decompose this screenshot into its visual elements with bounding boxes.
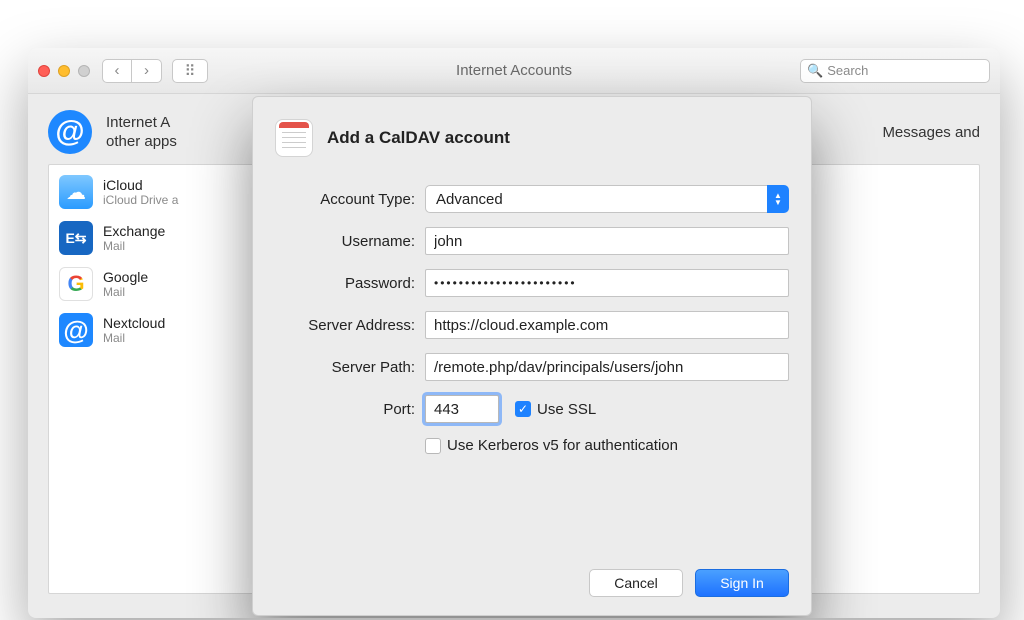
forward-button[interactable]: › bbox=[132, 59, 162, 83]
chevron-right-icon: › bbox=[144, 62, 149, 79]
checkbox-unchecked-icon bbox=[425, 438, 441, 454]
caldav-form: Account Type: Advanced ▲▼ Username: Pass… bbox=[275, 185, 789, 454]
nav-buttons: ‹ › bbox=[102, 59, 162, 83]
google-icon: G bbox=[59, 267, 93, 301]
traffic-lights bbox=[38, 65, 90, 77]
internet-accounts-icon: @ bbox=[48, 110, 92, 154]
label-password: Password: bbox=[275, 275, 415, 292]
kerberos-label: Use Kerberos v5 for authentication bbox=[447, 437, 678, 454]
account-type-value: Advanced bbox=[425, 185, 767, 213]
port-field[interactable] bbox=[425, 395, 499, 423]
exchange-icon: E⇆ bbox=[59, 221, 93, 255]
grid-icon: ⠿ bbox=[185, 62, 196, 80]
minimize-window-button[interactable] bbox=[58, 65, 70, 77]
label-account-type: Account Type: bbox=[275, 191, 415, 208]
show-all-button[interactable]: ⠿ bbox=[172, 59, 208, 83]
sheet-buttons: Cancel Sign In bbox=[589, 569, 789, 597]
sheet-title: Add a CalDAV account bbox=[327, 128, 510, 148]
label-server-address: Server Address: bbox=[275, 317, 415, 334]
sign-in-button[interactable]: Sign In bbox=[695, 569, 789, 597]
use-ssl-checkbox[interactable]: ✓ Use SSL bbox=[515, 401, 596, 418]
calendar-icon bbox=[275, 119, 313, 157]
label-username: Username: bbox=[275, 233, 415, 250]
zoom-window-button[interactable] bbox=[78, 65, 90, 77]
search-field[interactable]: 🔍 Search bbox=[800, 59, 990, 83]
add-caldav-sheet: Add a CalDAV account Account Type: Advan… bbox=[252, 96, 812, 616]
server-address-field[interactable] bbox=[425, 311, 789, 339]
checkbox-checked-icon: ✓ bbox=[515, 401, 531, 417]
username-field[interactable] bbox=[425, 227, 789, 255]
search-icon: 🔍 bbox=[807, 63, 823, 79]
search-placeholder: Search bbox=[827, 63, 868, 78]
nextcloud-icon: @ bbox=[59, 313, 93, 347]
sheet-header: Add a CalDAV account bbox=[275, 119, 789, 157]
server-path-field[interactable] bbox=[425, 353, 789, 381]
icloud-icon: ☁︎ bbox=[59, 175, 93, 209]
account-type-select[interactable]: Advanced ▲▼ bbox=[425, 185, 789, 213]
select-stepper-icon: ▲▼ bbox=[767, 185, 789, 213]
label-port: Port: bbox=[275, 401, 415, 418]
chevron-left-icon: ‹ bbox=[115, 62, 120, 79]
pane-description-tail: Messages and bbox=[882, 124, 980, 141]
use-ssl-label: Use SSL bbox=[537, 401, 596, 418]
close-window-button[interactable] bbox=[38, 65, 50, 77]
titlebar: ‹ › ⠿ Internet Accounts 🔍 Search bbox=[28, 48, 1000, 94]
password-field[interactable] bbox=[425, 269, 789, 297]
kerberos-checkbox[interactable]: Use Kerberos v5 for authentication bbox=[425, 437, 789, 454]
cancel-button[interactable]: Cancel bbox=[589, 569, 683, 597]
back-button[interactable]: ‹ bbox=[102, 59, 132, 83]
label-server-path: Server Path: bbox=[275, 359, 415, 376]
preferences-window: ‹ › ⠿ Internet Accounts 🔍 Search @ Inter… bbox=[28, 48, 1000, 618]
